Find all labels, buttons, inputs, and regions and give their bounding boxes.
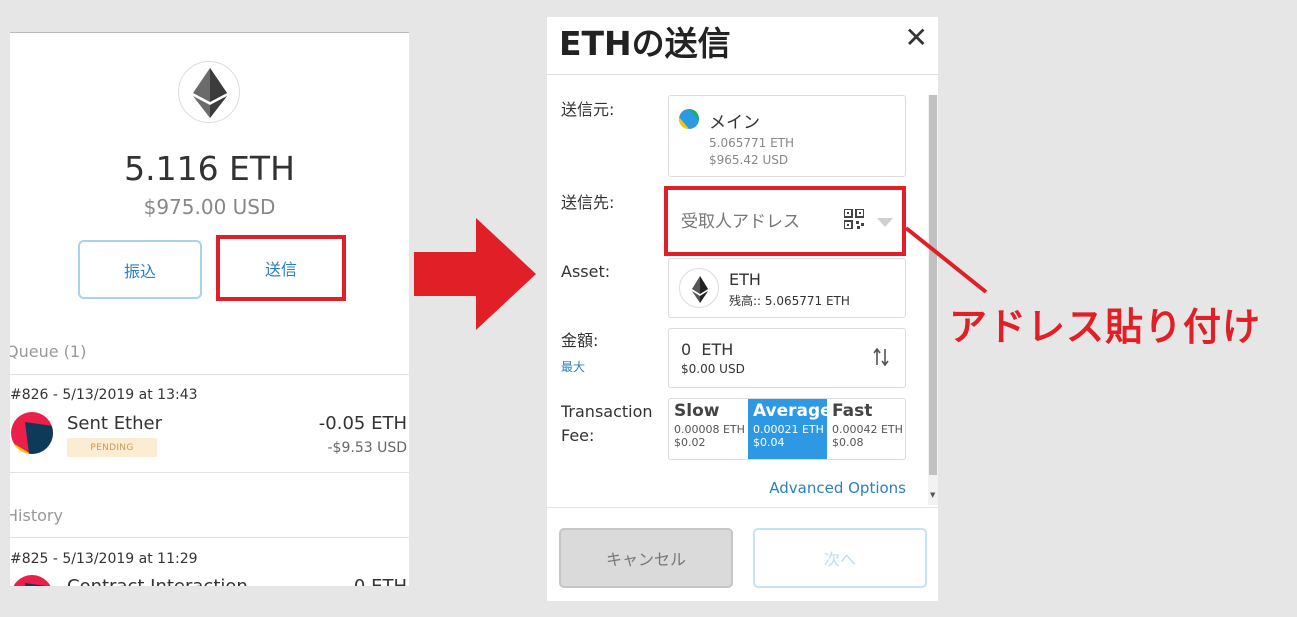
tx-title: Sent Ether	[67, 413, 163, 434]
account-avatar-icon	[679, 109, 699, 129]
address-highlight-box	[664, 186, 906, 256]
balance-usd: $975.00 USD	[143, 195, 276, 219]
ethereum-icon	[193, 68, 227, 118]
ethereum-logo	[178, 61, 240, 123]
asset-label: Asset:	[561, 262, 611, 281]
ethereum-icon	[679, 268, 719, 308]
fee-option-slow[interactable]: Slow 0.00008 ETH $0.02	[669, 399, 748, 459]
close-icon[interactable]: ✕	[905, 21, 928, 54]
max-link[interactable]: 最大	[561, 358, 585, 375]
queue-label: Queue (1)	[10, 342, 87, 361]
fee-option-fast[interactable]: Fast 0.00042 ETH $0.08	[827, 399, 905, 459]
fee-name: Average	[753, 401, 832, 421]
asset-name: ETH	[729, 270, 761, 289]
fee-name: Slow	[674, 401, 720, 421]
from-account-selector[interactable]: メイン 5.065771 ETH $965.42 USD	[668, 95, 906, 177]
tx-amount-usd: -$9.53 USD	[327, 440, 408, 456]
history-label: History	[10, 506, 63, 525]
fee-usd: $0.02	[674, 436, 706, 449]
fee-option-average[interactable]: Average 0.00021 ETH $0.04	[748, 399, 832, 459]
tx-avatar-icon	[11, 575, 53, 586]
from-label: 送信元:	[561, 100, 615, 119]
amount-label: 金額:	[561, 331, 599, 350]
fee-usd: $0.04	[753, 436, 785, 449]
amount-input[interactable]: 0 ETH $0.00 USD	[668, 328, 906, 388]
fee-eth: 0.00008 ETH	[674, 423, 745, 436]
from-balance-eth: 5.065771 ETH	[709, 136, 795, 150]
to-label: 送信先:	[561, 193, 615, 212]
balance-eth: 5.116 ETH	[124, 149, 295, 188]
scroll-down-icon[interactable]: ▼	[930, 491, 935, 499]
tx-id: #825 - 5/13/2019 at 11:29	[10, 551, 198, 567]
tx-amount: -0 ETH	[347, 576, 407, 586]
right-arrow-icon	[414, 218, 536, 330]
fee-eth: 0.00042 ETH	[832, 423, 903, 436]
fee-label: Fee:	[561, 426, 595, 445]
divider	[10, 537, 409, 538]
swap-icon[interactable]	[873, 347, 889, 371]
next-button[interactable]: 次へ	[753, 528, 927, 588]
tx-avatar-icon	[11, 412, 53, 454]
fee-label: Transaction	[561, 402, 653, 421]
advanced-options-link[interactable]: Advanced Options	[769, 479, 906, 497]
amount-usd: $0.00 USD	[681, 362, 745, 376]
divider	[547, 74, 938, 75]
fee-selector: Slow 0.00008 ETH $0.02 Average 0.00021 E…	[668, 398, 906, 460]
status-badge: PENDING	[67, 438, 157, 457]
fee-name: Fast	[832, 401, 873, 421]
tx-amount: -0.05 ETH	[318, 413, 407, 434]
fee-eth: 0.00021 ETH	[753, 423, 824, 436]
from-balance-usd: $965.42 USD	[709, 153, 789, 167]
divider	[10, 472, 409, 473]
divider	[10, 374, 409, 375]
divider	[547, 507, 938, 508]
cancel-button[interactable]: キャンセル	[559, 528, 733, 588]
asset-selector[interactable]: ETH 残高:: 5.065771 ETH	[668, 258, 906, 318]
send-eth-dialog: ETHの送信 ✕ 送信元: メイン 5.065771 ETH $965.42 U…	[547, 17, 938, 601]
annotation-text: アドレス貼り付け	[949, 305, 1262, 349]
fee-usd: $0.08	[832, 436, 864, 449]
wallet-panel: 5.116 ETH $975.00 USD 振込 送信 Queue (1) #8…	[10, 32, 409, 586]
tx-title: Contract Interaction	[67, 576, 248, 586]
send-button[interactable]: 送信	[216, 235, 346, 301]
scrollbar[interactable]: ▼	[928, 95, 938, 505]
deposit-button[interactable]: 振込	[78, 240, 202, 299]
dialog-title: ETHの送信	[559, 24, 731, 63]
scrollbar-thumb[interactable]	[929, 95, 937, 475]
amount-value: 0 ETH	[681, 340, 734, 359]
asset-balance: 残高:: 5.065771 ETH	[729, 294, 850, 308]
tx-id: #826 - 5/13/2019 at 13:43	[10, 387, 198, 403]
from-account-name: メイン	[709, 113, 760, 133]
